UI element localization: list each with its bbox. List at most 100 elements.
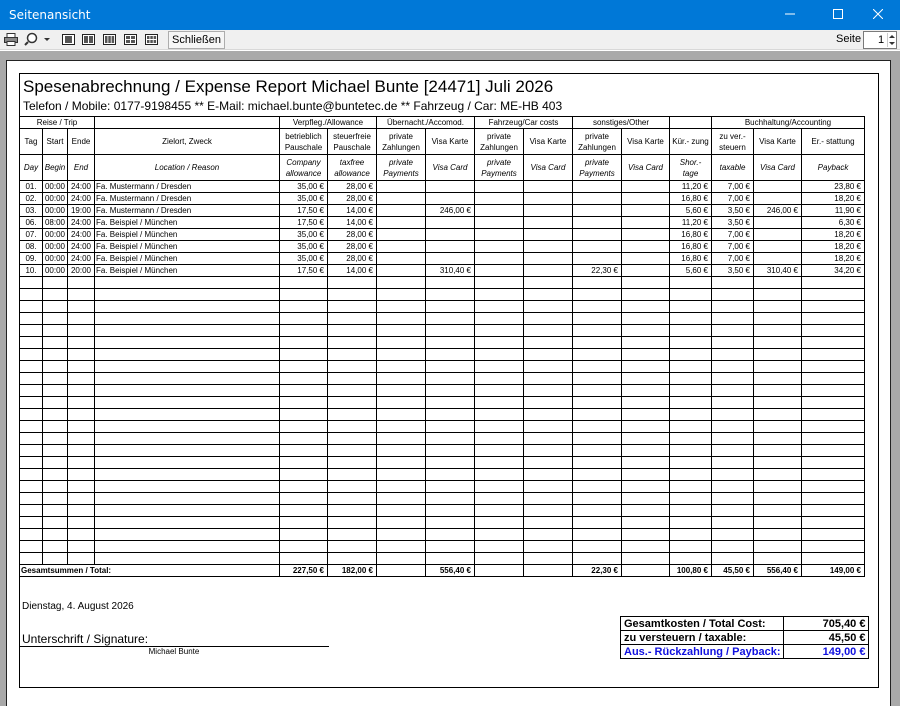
table-cell [279,480,328,493]
total-cell [376,564,426,577]
table-cell [711,552,754,565]
table-cell [474,324,524,337]
table-cell [474,276,524,289]
column-header: Company allowance [279,154,328,181]
summary-row: Gesamtkosten / Total Cost: 705,40 € [619,616,870,631]
table-cell: 246,00 € [753,204,802,217]
total-cell: 22,30 € [572,564,622,577]
table-cell [42,480,68,493]
table-cell [19,372,43,385]
summary-row: zu versteuern / taxable: 45,50 € [619,630,870,645]
table-cell [19,336,43,349]
two-page-button[interactable] [81,32,95,48]
minimize-button[interactable] [768,0,812,30]
table-cell [19,360,43,373]
table-cell [279,312,328,325]
table-cell [474,192,524,205]
column-header: Visa Karte [621,128,670,155]
empty-row [19,360,865,373]
table-cell [669,348,712,361]
empty-row [19,444,865,457]
three-page-button[interactable] [102,32,116,48]
table-cell [42,456,68,469]
table-cell [94,504,280,517]
table-cell [572,336,622,349]
table-cell [669,468,712,481]
table-cell [801,288,865,301]
table-cell [753,384,802,397]
table-cell [425,384,475,397]
six-page-button[interactable] [144,32,158,48]
page-number-input[interactable]: 1 [863,31,897,49]
table-cell [376,360,426,373]
table-cell [42,552,68,565]
table-cell [67,396,95,409]
table-cell [523,360,573,373]
table-cell [523,480,573,493]
table-cell [621,372,670,385]
table-cell [621,444,670,457]
table-cell [621,468,670,481]
table-cell [621,420,670,433]
table-cell: 35,00 € [279,180,328,193]
table-cell: 18,20 € [801,240,865,253]
table-cell [753,372,802,385]
table-cell [327,396,377,409]
close-preview-button[interactable]: Schließen [168,31,225,49]
table-cell [572,216,622,229]
print-icon [4,32,18,48]
table-cell [94,288,280,301]
table-cell [19,432,43,445]
column-header: End [67,154,95,181]
table-cell: 17,50 € [279,204,328,217]
table-cell [19,492,43,505]
one-page-button[interactable] [61,32,75,48]
table-cell [327,540,377,553]
table-cell [523,396,573,409]
total-cell [523,564,573,577]
summary-value: 45,50 € [783,630,870,645]
table-cell [42,324,68,337]
table-cell [572,444,622,457]
table-cell [425,396,475,409]
table-cell: 01. [19,180,43,193]
table-cell [753,348,802,361]
table-cell [711,336,754,349]
table-cell [94,444,280,457]
empty-row [19,324,865,337]
table-cell [474,468,524,481]
table-cell [474,336,524,349]
table-cell [425,432,475,445]
table-cell [801,432,865,445]
table-cell [621,396,670,409]
table-cell [327,360,377,373]
table-cell: 00:00 [42,180,68,193]
table-cell [94,468,280,481]
four-page-button[interactable] [123,32,137,48]
column-header: Tag [19,128,43,155]
print-button[interactable] [3,32,19,48]
table-cell: Fa. Beispiel / München [94,228,280,241]
empty-row [19,552,865,565]
close-window-button[interactable] [856,0,900,30]
group-header: Buchhaltung/Accounting [711,116,865,129]
table-cell [94,384,280,397]
table-cell [19,552,43,565]
total-cell [621,564,670,577]
table-cell [621,336,670,349]
table-cell [474,552,524,565]
table-cell [376,540,426,553]
table-cell [711,396,754,409]
table-cell [94,276,280,289]
maximize-button[interactable] [816,0,860,30]
table-cell [376,252,426,265]
table-cell [523,528,573,541]
table-cell [67,540,95,553]
table-cell [621,216,670,229]
table-cell [425,276,475,289]
three-page-icon [102,33,116,47]
table-cell [572,540,622,553]
page-spinner[interactable] [887,33,895,47]
zoom-button[interactable] [23,32,53,48]
group-header: Fahrzeug/Car costs [474,116,573,129]
